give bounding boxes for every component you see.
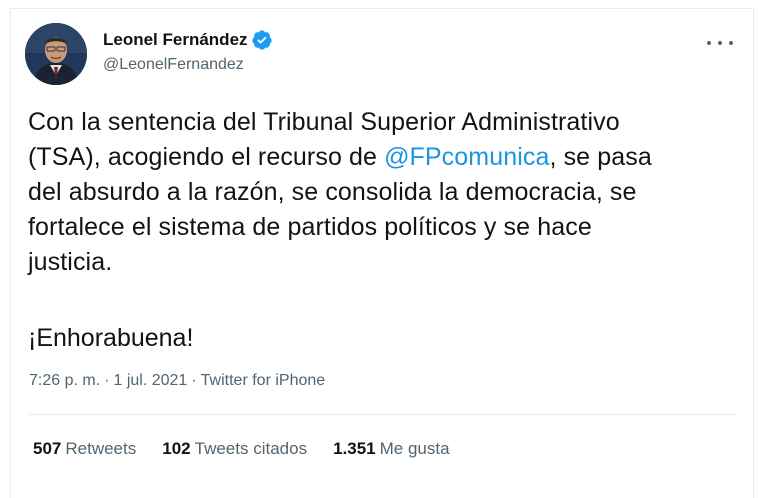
display-name[interactable]: Leonel Fernández — [103, 30, 248, 50]
name-row: Leonel Fernández — [103, 29, 273, 51]
tweet-text-line: del absurdo a la razón, se consolida la … — [28, 178, 637, 206]
retweets-count: 507 — [33, 439, 62, 458]
tweet-date[interactable]: 1 jul. 2021 — [113, 372, 187, 389]
tweet-time[interactable]: 7:26 p. m. — [29, 372, 100, 389]
tweet-text-segment: (TSA), acogiendo el recurso de — [28, 143, 385, 171]
quotes-count: 102 — [162, 439, 191, 458]
tweet-text-line: justicia. — [28, 248, 113, 276]
meta-separator: · — [191, 372, 197, 389]
tweet-card: Leonel Fernández @LeonelFernandez Con la… — [10, 8, 754, 498]
avatar-image — [25, 23, 87, 85]
tweet-meta: 7:26 p. m. · 1 jul. 2021 · Twitter for iPhon… — [29, 372, 325, 390]
avatar[interactable] — [25, 23, 87, 85]
mention-link[interactable]: @FPcomunica — [384, 143, 549, 171]
tweet-text-line: fortalece el sistema de partidos polític… — [28, 213, 592, 241]
retweets-label: Retweets — [65, 439, 137, 458]
author-handle[interactable]: @LeonelFernandez — [103, 56, 273, 74]
likes-stat[interactable]: 1.351 Me gusta — [333, 439, 449, 459]
retweets-stat[interactable]: 507 Retweets — [33, 439, 136, 459]
quotes-stat[interactable]: 102 Tweets citados — [162, 439, 307, 459]
quotes-label: Tweets citados — [194, 439, 308, 458]
meta-separator: · — [104, 372, 110, 389]
likes-count: 1.351 — [333, 439, 376, 458]
tweet-text-line: (TSA), acogiendo el recurso de @FPcomuni… — [28, 140, 728, 175]
dot-icon — [729, 41, 733, 45]
tweet-text-exclaim: ¡Enhorabuena! — [28, 324, 194, 352]
dot-icon — [718, 41, 722, 45]
tweet-stats: 507 Retweets 102 Tweets citados 1.351 Me gu… — [33, 439, 476, 459]
verified-badge-icon — [251, 29, 273, 51]
tweet-text: Con la sentencia del Tribunal Superior A… — [28, 105, 728, 280]
dot-icon — [707, 41, 711, 45]
tweet-header: Leonel Fernández @LeonelFernandez — [25, 23, 739, 89]
tweet-text-segment: , se pasa — [549, 143, 652, 171]
likes-label: Me gusta — [379, 439, 450, 458]
author-block: Leonel Fernández @LeonelFernandez — [103, 29, 273, 74]
divider — [28, 414, 736, 415]
more-options-icon[interactable] — [707, 35, 733, 51]
tweet-text-line: Con la sentencia del Tribunal Superior A… — [28, 108, 620, 136]
tweet-source[interactable]: Twitter for iPhone — [201, 372, 326, 389]
